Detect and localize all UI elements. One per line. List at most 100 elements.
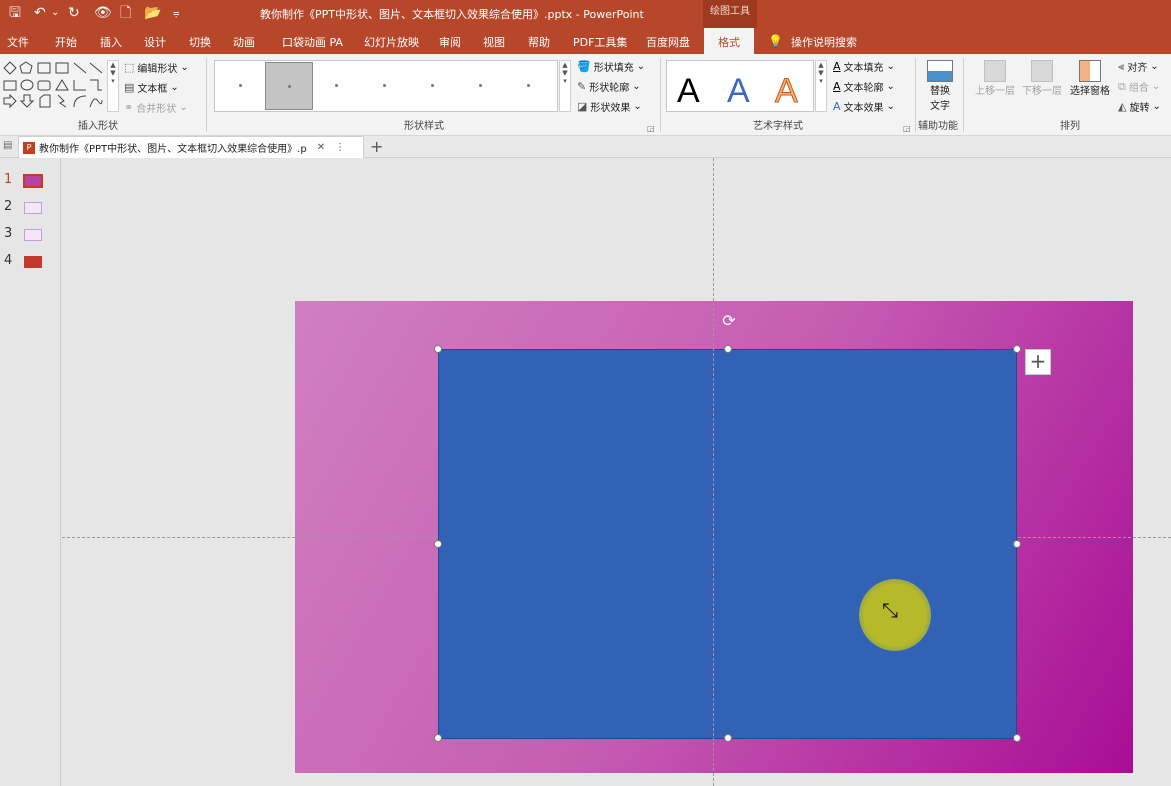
shape-style-swatch[interactable] [361, 62, 409, 110]
shape-style-swatch[interactable] [409, 62, 457, 110]
open-file-icon[interactable]: 📂 [144, 4, 161, 22]
layout-options-plus-icon[interactable]: + [1025, 349, 1051, 375]
wordart-scroll[interactable]: ▲ ▼ ▾ [815, 60, 827, 112]
edit-shape-button[interactable]: ⬚ 编辑形状 ⌄ [124, 60, 189, 75]
tab-insert[interactable]: 插入 [100, 34, 122, 50]
lightbulb-icon[interactable]: 💡 [768, 34, 783, 48]
shape-style-swatch-selected[interactable] [265, 62, 313, 110]
text-effects-icon: A [833, 99, 841, 113]
slide-thumbnail-2[interactable] [24, 202, 42, 214]
shapes-gallery[interactable] [2, 60, 106, 112]
resize-handle-bottom-right[interactable] [1013, 734, 1021, 742]
rotate-button[interactable]: ◭ 旋转 ⌄ [1118, 99, 1161, 114]
rotate-handle-icon[interactable]: ⟳ [720, 312, 738, 330]
tab-pdf-tools[interactable]: PDF工具集 [573, 34, 627, 50]
shape-fill-button[interactable]: 🪣 形状填充 ⌄ [577, 59, 645, 74]
text-effects-button[interactable]: A 文本效果 ⌄ [833, 99, 895, 114]
tab-animations[interactable]: 动画 [233, 34, 255, 50]
slide-thumbnail-1[interactable] [23, 174, 43, 188]
shape-icons-grid[interactable] [2, 60, 106, 112]
align-icon: ⫷ [1118, 59, 1125, 73]
shapes-gallery-scroll[interactable]: ▲ ▼ ▾ [107, 60, 119, 112]
text-fill-button[interactable]: A 文本填充 ⌄ [833, 59, 895, 74]
group-label-accessibility: 辅助功能 [918, 121, 958, 132]
shape-style-swatch[interactable] [505, 62, 553, 110]
shape-styles-scroll[interactable]: ▲ ▼ ▾ [559, 60, 571, 112]
wordart-sample-black[interactable]: A [677, 71, 700, 111]
wordart-sample-blue[interactable]: A [727, 71, 750, 111]
tab-view[interactable]: 视图 [483, 34, 505, 50]
shape-style-swatch[interactable] [217, 62, 265, 110]
tab-format[interactable]: 格式 [704, 28, 754, 54]
image-icon [927, 60, 953, 82]
group-icon: ⧉ [1118, 79, 1126, 93]
dialog-launcher-icon[interactable]: ◲ [903, 124, 911, 133]
text-fill-icon: A [833, 59, 841, 73]
shape-style-swatch[interactable] [457, 62, 505, 110]
ribbon-separator [206, 58, 207, 132]
tab-slideshow[interactable]: 幻灯片放映 [364, 34, 419, 50]
tab-baidu-netdisk[interactable]: 百度网盘 [646, 34, 690, 50]
resize-handle-top-right[interactable] [1013, 345, 1021, 353]
slide-thumbnail-4[interactable] [24, 256, 42, 268]
align-button[interactable]: ⫷ 对齐 ⌄ [1118, 59, 1159, 74]
undo-icon[interactable]: ↶ [34, 4, 46, 22]
send-backward-button[interactable]: 下移一层 [1020, 60, 1064, 97]
resize-handle-right[interactable] [1013, 540, 1021, 548]
group-button[interactable]: ⧉ 组合 ⌄ [1118, 79, 1160, 94]
tab-help[interactable]: 帮助 [528, 34, 550, 50]
bring-forward-icon [984, 60, 1006, 82]
tab-design[interactable]: 设计 [144, 34, 166, 50]
redo-icon[interactable]: ↻ [68, 4, 80, 22]
tab-home[interactable]: 开始 [55, 34, 77, 50]
slide-editing-canvas[interactable]: ⟳ + ⤡ [62, 158, 1171, 786]
wordart-gallery[interactable]: A A A [666, 60, 814, 112]
more-options-icon[interactable]: ⋮ [335, 142, 345, 153]
resize-handle-top[interactable] [724, 345, 732, 353]
tab-pocket-animation[interactable]: 口袋动画 PA [282, 34, 343, 50]
slide-number: 2 [4, 199, 13, 214]
resize-handle-bottom-left[interactable] [434, 734, 442, 742]
resize-handle-top-left[interactable] [434, 345, 442, 353]
document-tab[interactable]: P 教你制作《PPT中形状、图片、文本框切入效果综合使用》.p ✕ ⋮ [18, 136, 364, 158]
dialog-launcher-icon[interactable]: ◲ [647, 124, 655, 133]
close-icon[interactable]: ✕ [317, 142, 325, 153]
undo-dropdown-icon[interactable]: ⌄ [51, 4, 59, 22]
customize-toolbar-icon[interactable]: ⩦ [173, 4, 179, 22]
save-icon[interactable]: 🖫 [9, 4, 21, 22]
text-box-icon: ▤ [124, 80, 135, 94]
text-outline-button[interactable]: A 文本轮廓 ⌄ [833, 79, 895, 94]
drawing-tools-context-label: 绘图工具 [703, 0, 757, 28]
outline-view-icon[interactable]: ▤ [3, 140, 12, 151]
tell-me-search[interactable]: 操作说明搜索 [791, 34, 857, 50]
selected-rectangle-shape[interactable] [438, 349, 1017, 739]
new-tab-button[interactable]: + [370, 137, 383, 156]
alt-text-button[interactable]: 替换 文字 [923, 60, 957, 118]
new-file-icon[interactable]: 🗋 [120, 4, 131, 22]
ribbon-tabs: 文件 开始 插入 设计 切换 动画 口袋动画 PA 幻灯片放映 审阅 视图 帮助… [0, 28, 1171, 54]
resize-handle-left[interactable] [434, 540, 442, 548]
tab-file[interactable]: 文件 [7, 34, 29, 50]
selection-pane-button[interactable]: 选择窗格 [1068, 60, 1112, 97]
wordart-sample-orange[interactable]: A [775, 71, 799, 111]
shape-outline-button[interactable]: ✎ 形状轮廓 ⌄ [577, 79, 641, 94]
shape-style-swatch[interactable] [313, 62, 361, 110]
bring-forward-button[interactable]: 上移一层 [973, 60, 1017, 97]
slide-thumbnail-3[interactable] [24, 229, 42, 241]
selection-pane-icon [1079, 60, 1101, 82]
smart-guide-vertical [713, 158, 714, 786]
ribbon-separator [963, 58, 964, 132]
resize-handle-bottom[interactable] [724, 734, 732, 742]
tab-review[interactable]: 审阅 [439, 34, 461, 50]
rotate-icon: ◭ [1118, 99, 1127, 113]
slide-number: 4 [4, 253, 13, 268]
merge-shapes-button[interactable]: ⚭ 合并形状 ⌄ [124, 100, 188, 115]
preview-icon[interactable]: 👁 [94, 4, 112, 22]
tab-transitions[interactable]: 切换 [189, 34, 211, 50]
merge-shapes-icon: ⚭ [124, 100, 134, 114]
slide-thumbnails-pane: 1 2 3 4 [0, 158, 61, 786]
document-tabs-bar: ▤ P 教你制作《PPT中形状、图片、文本框切入效果综合使用》.p ✕ ⋮ + [0, 136, 1171, 158]
text-box-button[interactable]: ▤ 文本框 ⌄ [124, 80, 179, 95]
shape-effects-button[interactable]: ◪ 形状效果 ⌄ [577, 99, 642, 114]
shape-styles-gallery[interactable] [214, 60, 558, 112]
